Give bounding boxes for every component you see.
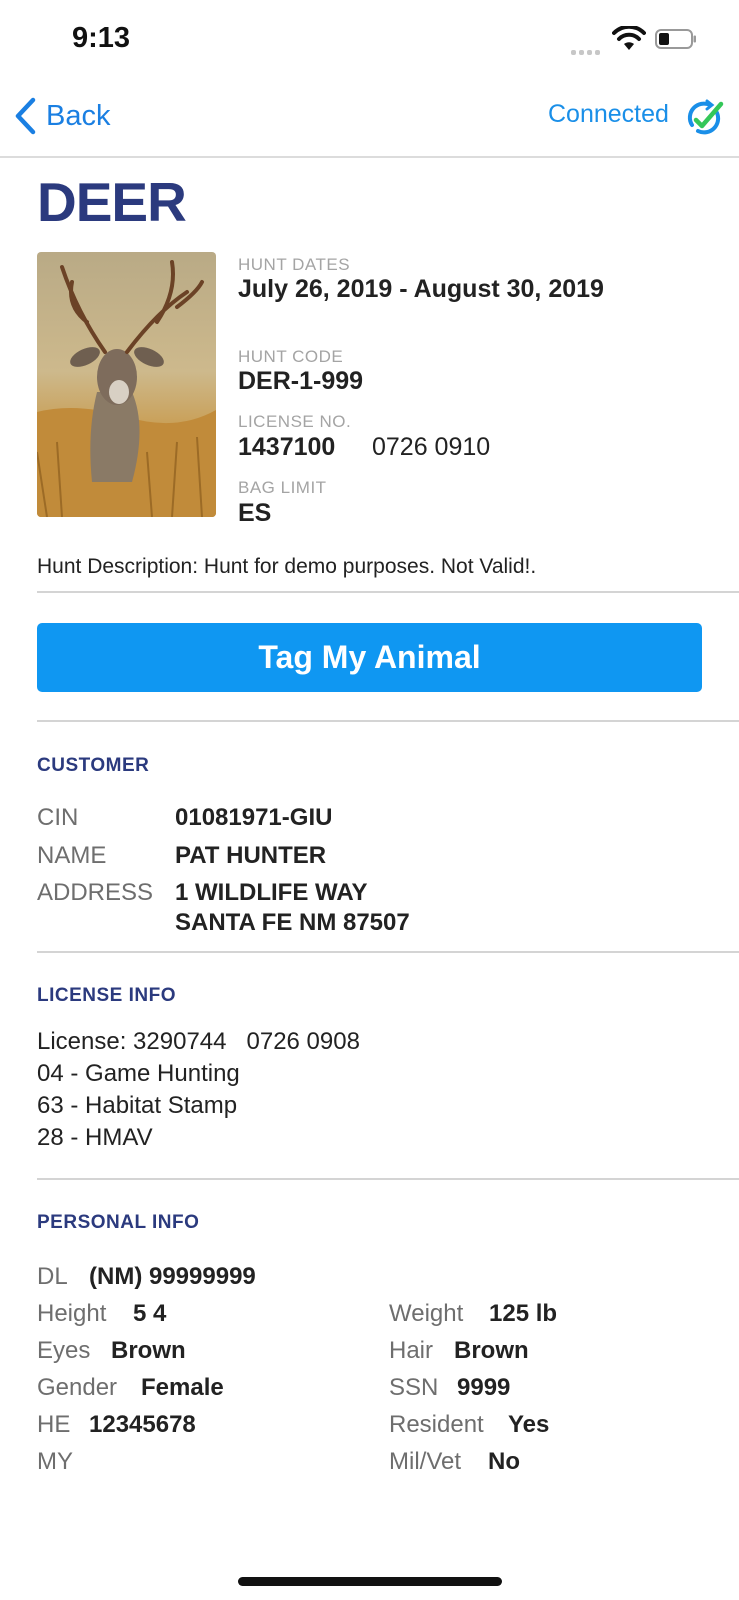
home-indicator[interactable] xyxy=(238,1577,502,1586)
resident-value: Yes xyxy=(508,1411,550,1438)
weight-value: 125 lb xyxy=(489,1300,558,1327)
gender-value: Female xyxy=(141,1374,224,1401)
milvet-label: Mil/Vet xyxy=(389,1448,462,1475)
license-no-value: 1437100 xyxy=(238,433,336,461)
license-info-line: License: 3290744 0726 0908 xyxy=(37,1028,360,1055)
ssn-value: 9999 xyxy=(457,1374,511,1401)
address-line2: SANTA FE NM 87507 xyxy=(175,909,410,936)
license-no-label: LICENSE NO. xyxy=(238,412,352,431)
he-value: 12345678 xyxy=(89,1411,196,1438)
height-value: 5 4 xyxy=(133,1300,167,1327)
battery-icon xyxy=(655,29,696,49)
nav-divider xyxy=(0,156,739,158)
license-no-date: 0726 0910 xyxy=(372,433,491,461)
dl-label: DL xyxy=(37,1263,68,1290)
back-button[interactable]: Back xyxy=(14,96,110,136)
divider xyxy=(37,591,739,593)
eyes-value: Brown xyxy=(111,1337,186,1364)
tag-my-animal-button[interactable]: Tag My Animal xyxy=(37,623,702,692)
hunt-dates-label: HUNT DATES xyxy=(238,255,351,274)
address-line1: 1 WILDLIFE WAY xyxy=(175,879,368,906)
divider xyxy=(37,720,739,722)
wifi-icon xyxy=(612,26,646,50)
chevron-left-icon xyxy=(15,97,36,135)
name-value: PAT HUNTER xyxy=(175,842,327,869)
hair-value: Brown xyxy=(454,1337,529,1364)
status-time: 9:13 xyxy=(72,22,131,54)
back-label: Back xyxy=(46,99,111,132)
hunt-code-label: HUNT CODE xyxy=(238,347,344,366)
customer-heading: CUSTOMER xyxy=(37,755,150,776)
cin-label: CIN xyxy=(37,804,79,831)
milvet-value: No xyxy=(488,1448,520,1475)
resident-label: Resident xyxy=(389,1411,484,1438)
my-label: MY xyxy=(37,1448,73,1475)
license-info-heading: LICENSE INFO xyxy=(37,985,177,1006)
name-label: NAME xyxy=(37,842,107,869)
hunt-description: Hunt Description: Hunt for demo purposes… xyxy=(37,555,537,578)
sync-check-icon[interactable] xyxy=(684,98,724,138)
hunt-code-value: DER-1-999 xyxy=(238,367,364,395)
eyes-label: Eyes xyxy=(37,1337,91,1364)
hunt-dates-value: July 26, 2019 - August 30, 2019 xyxy=(238,275,604,303)
connection-status: Connected xyxy=(548,100,669,128)
divider xyxy=(37,951,739,953)
license-info-line: 28 - HMAV xyxy=(37,1124,153,1151)
cin-value: 01081971-GIU xyxy=(175,804,333,831)
page-title: DEER xyxy=(37,171,187,233)
license-info-line: 63 - Habitat Stamp xyxy=(37,1092,238,1119)
height-label: Height xyxy=(37,1300,107,1327)
bag-limit-value: ES xyxy=(238,499,272,527)
dl-value: (NM) 99999999 xyxy=(89,1263,256,1290)
deer-photo xyxy=(37,252,216,517)
hair-label: Hair xyxy=(389,1337,434,1364)
signal-icon xyxy=(571,42,603,60)
divider xyxy=(37,1178,739,1180)
personal-info-heading: PERSONAL INFO xyxy=(37,1212,200,1233)
address-label: ADDRESS xyxy=(37,879,154,906)
ssn-label: SSN xyxy=(389,1374,439,1401)
license-info-line: 04 - Game Hunting xyxy=(37,1060,240,1087)
weight-label: Weight xyxy=(389,1300,464,1327)
he-label: HE xyxy=(37,1411,71,1438)
bag-limit-label: BAG LIMIT xyxy=(238,478,327,497)
gender-label: Gender xyxy=(37,1374,118,1401)
